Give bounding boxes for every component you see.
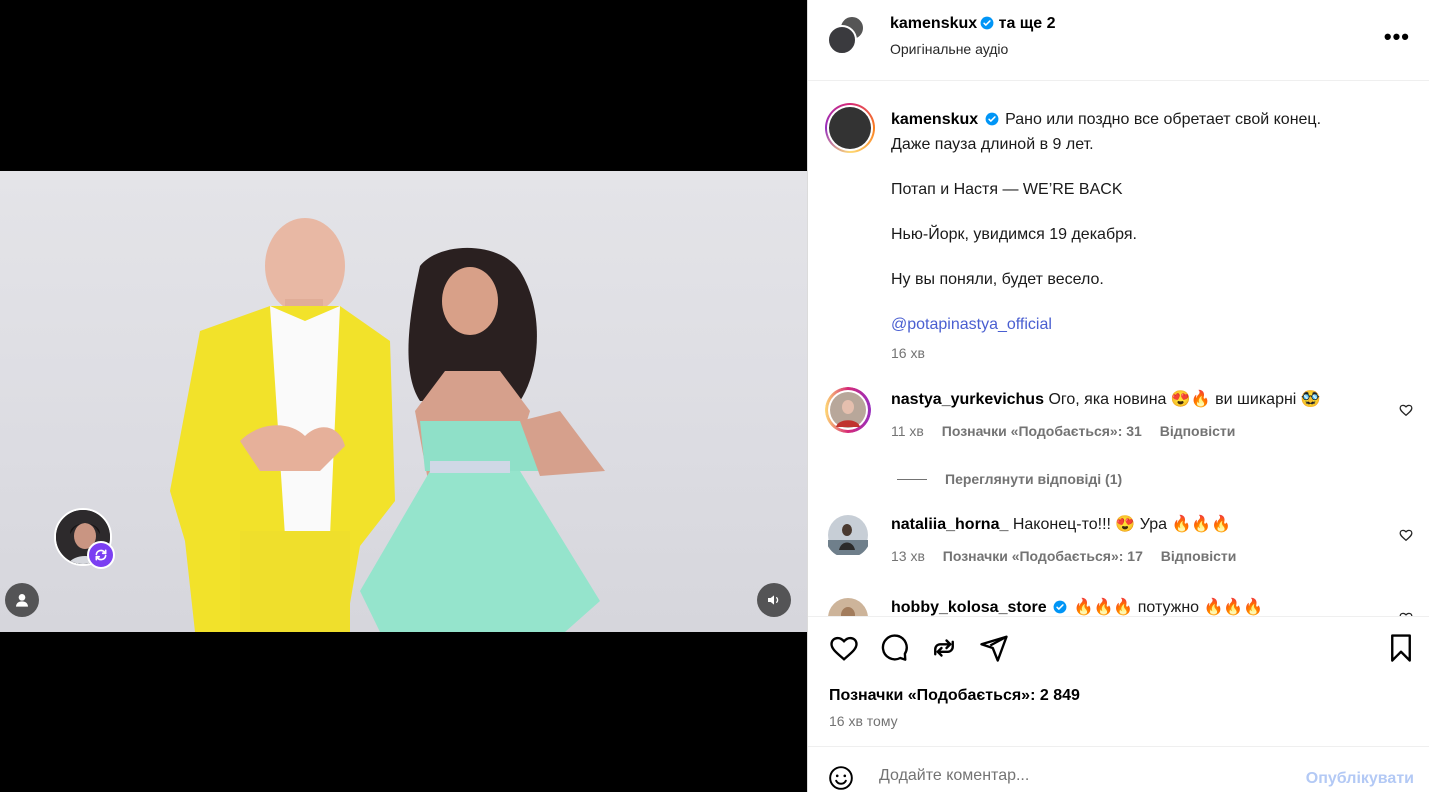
commenter-avatar[interactable]: [825, 512, 871, 558]
comment-body: nastya_yurkevichus Ого, яка новина 😍🔥 ви…: [891, 389, 1381, 411]
comments-scroll[interactable]: kamenskux Рано или поздно все обретает с…: [808, 81, 1429, 616]
post-header: kamenskux та ще 2 Оригінальне аудіо •••: [808, 0, 1429, 81]
likes-count[interactable]: Позначки «Подобається»: 2 849: [829, 687, 1080, 705]
comment-text: 🔥🔥🔥 потужно 🔥🔥🔥: [1073, 599, 1264, 616]
replies-divider: [897, 479, 927, 480]
mute-toggle-button[interactable]: [757, 583, 791, 617]
emoji-icon[interactable]: [828, 765, 854, 792]
comment-composer: Опублікувати: [808, 746, 1429, 792]
tagged-users-button[interactable]: [5, 583, 39, 617]
reply-button[interactable]: Відповісти: [1161, 548, 1237, 564]
comment-like-icon[interactable]: [1399, 528, 1413, 547]
comment-time[interactable]: 11 хв: [891, 423, 924, 439]
comment-likes[interactable]: Позначки «Подобається»: 17: [943, 548, 1143, 564]
like-icon[interactable]: [829, 633, 859, 663]
comment-meta: 13 хв Позначки «Подобається»: 17 Відпові…: [891, 548, 1250, 564]
user-icon: [16, 594, 28, 607]
coauthors-link[interactable]: та ще 2: [999, 15, 1056, 32]
mention-link[interactable]: @potapinastya_official: [891, 314, 1411, 337]
audio-link[interactable]: Оригінальне аудіо: [890, 41, 1008, 57]
comment-username[interactable]: hobby_kolosa_store: [891, 599, 1047, 616]
caption-line: Рано или поздно все обретает свой конец.: [1005, 111, 1322, 128]
verified-icon: [985, 111, 999, 134]
reply-button[interactable]: Відповісти: [1160, 423, 1236, 439]
caption-line: Даже пауза длиной в 9 лет.: [891, 135, 1094, 153]
caption-line: Ну вы поняли, будет весело.: [891, 270, 1104, 288]
comment-text: Ого, яка новина 😍🔥 ви шикарні 🥸: [1048, 391, 1321, 408]
caption-line: Нью-Йорк, увидимся 19 декабря.: [891, 225, 1137, 243]
caption-time[interactable]: 16 хв: [891, 342, 1411, 365]
commenter-avatar[interactable]: [825, 595, 871, 616]
avatar: [827, 25, 857, 55]
comment-body: hobby_kolosa_store 🔥🔥🔥 потужно 🔥🔥🔥: [891, 597, 1381, 616]
repost-icon[interactable]: [929, 633, 959, 663]
comment-likes[interactable]: Позначки «Подобається»: 31: [942, 423, 1142, 439]
comment-username[interactable]: nastya_yurkevichus: [891, 391, 1044, 408]
comment-username[interactable]: nataliia_horna_: [891, 516, 1008, 533]
post-actions: Позначки «Подобається»: 2 849 16 хв тому: [808, 616, 1429, 748]
comment-item: nastya_yurkevichus Ого, яка новина 😍🔥 ви…: [825, 387, 1425, 447]
coauthor-avatars[interactable]: [827, 15, 865, 57]
video-frame: [170, 218, 605, 632]
share-icon[interactable]: [979, 633, 1009, 663]
commenter-avatar[interactable]: [825, 387, 871, 433]
comment-input[interactable]: [879, 767, 1279, 785]
post-sidebar: kamenskux та ще 2 Оригінальне аудіо ••• …: [807, 0, 1429, 792]
comment-meta: 11 хв Позначки «Подобається»: 31 Відпові…: [891, 423, 1249, 439]
caption-text: kamenskux Рано или поздно все обретает с…: [891, 109, 1411, 365]
author-avatar-ring[interactable]: [825, 103, 875, 153]
more-options-icon[interactable]: •••: [1384, 24, 1410, 50]
remix-icon: [87, 541, 115, 569]
speaker-icon: [768, 595, 779, 605]
view-replies-button[interactable]: Переглянути відповіді (1): [897, 471, 1122, 487]
avatar: [829, 107, 871, 149]
publish-button[interactable]: Опублікувати: [1306, 770, 1414, 788]
save-icon[interactable]: [1386, 633, 1416, 663]
verified-icon: [1053, 599, 1067, 616]
comment-text: Наконец-то!!! 😍 Ура 🔥🔥🔥: [1012, 516, 1232, 533]
comment-item: hobby_kolosa_store 🔥🔥🔥 потужно 🔥🔥🔥: [825, 595, 1425, 616]
author-username[interactable]: kamenskux: [890, 15, 977, 32]
post-time[interactable]: 16 хв тому: [829, 713, 898, 729]
caption-line: Потап и Настя — WE’RE BACK: [891, 180, 1123, 198]
verified-icon: [980, 16, 994, 35]
comment-time[interactable]: 13 хв: [891, 548, 925, 564]
reel-video[interactable]: [0, 171, 807, 632]
comment-item: nataliia_horna_ Наконец-то!!! 😍 Ура 🔥🔥🔥 …: [825, 512, 1425, 572]
comment-icon[interactable]: [879, 633, 909, 663]
author-line: kamenskux та ще 2: [890, 15, 1056, 35]
comment-body: nataliia_horna_ Наконец-то!!! 😍 Ура 🔥🔥🔥: [891, 514, 1381, 536]
caption-username[interactable]: kamenskux: [891, 111, 978, 128]
media-viewer[interactable]: [0, 0, 807, 792]
comment-like-icon[interactable]: [1399, 403, 1413, 422]
